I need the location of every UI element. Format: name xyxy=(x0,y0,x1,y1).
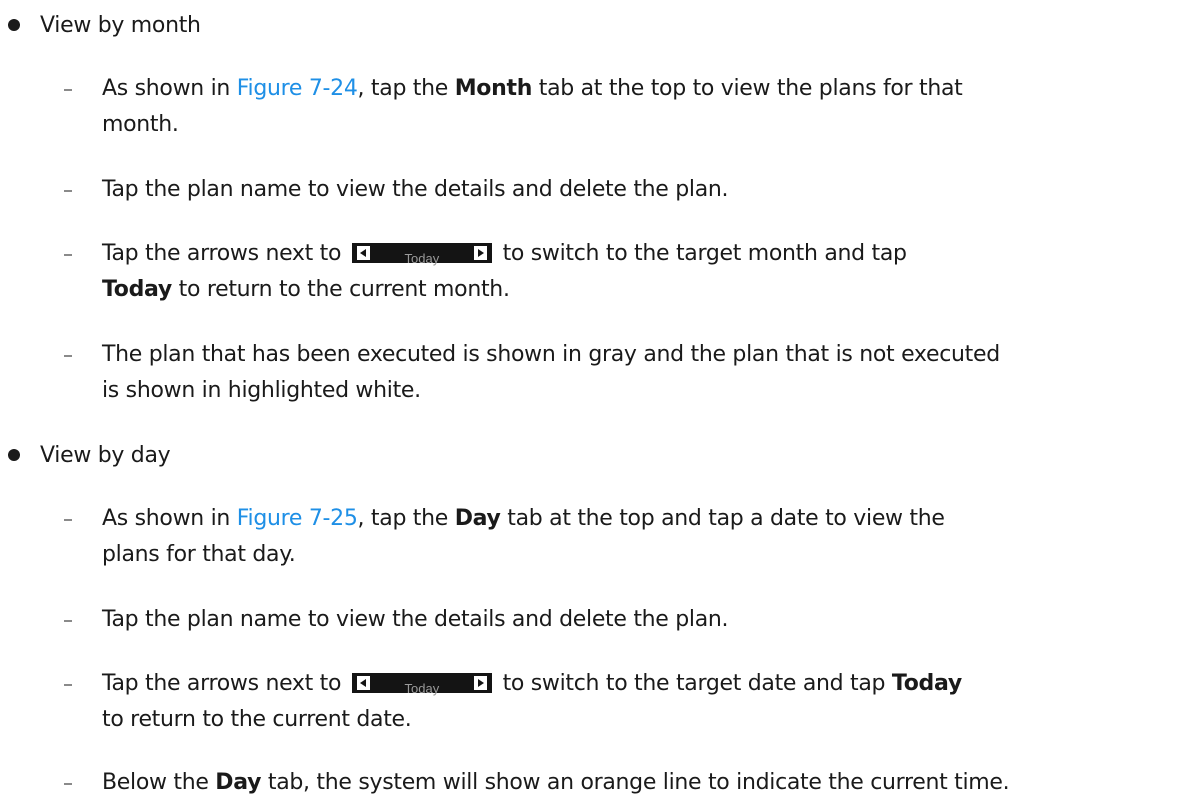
bold-day-tab: Day xyxy=(215,770,262,795)
item-line: month. xyxy=(102,112,179,137)
dash-icon xyxy=(64,684,72,686)
text-span: to switch to the target date and tap xyxy=(502,671,886,696)
item-line: Today to return to the current month. xyxy=(102,275,510,305)
arrow-right-icon xyxy=(473,676,487,690)
bullet-dot-icon xyxy=(8,19,20,31)
dash-icon xyxy=(64,783,72,785)
item-line: Tap the plan name to view the details an… xyxy=(102,607,729,632)
today-label: Today xyxy=(404,681,440,696)
today-label: Today xyxy=(404,251,440,266)
dash-icon xyxy=(64,620,72,622)
text-span: tab at the top to view the plans for tha… xyxy=(532,76,963,101)
arrow-right-icon xyxy=(473,246,487,260)
text-span: to return to the current month. xyxy=(171,277,510,302)
bold-today: Today xyxy=(102,277,172,302)
item-line: to return to the current date. xyxy=(102,707,412,732)
dash-icon xyxy=(64,355,72,357)
date-nav-widget: Today xyxy=(351,673,492,696)
text-span: Tap the arrows next to xyxy=(102,671,342,696)
figure-7-25-link[interactable]: Figure 7-25 xyxy=(237,506,358,531)
text-span: As shown in xyxy=(102,76,237,101)
dash-icon xyxy=(64,190,72,192)
dash-icon xyxy=(64,519,72,521)
bold-month-tab: Month xyxy=(454,76,533,101)
figure-7-24-link[interactable]: Figure 7-24 xyxy=(237,76,358,101)
bold-day-tab: Day xyxy=(454,506,501,531)
item-line: The plan that has been executed is shown… xyxy=(102,342,1000,367)
text-span: tab at the top and tap a date to view th… xyxy=(500,506,945,531)
dash-icon xyxy=(64,254,72,256)
date-nav-widget: Today xyxy=(351,243,492,266)
item-line: plans for that day. xyxy=(102,542,296,567)
bullet-label: View by month xyxy=(40,12,201,38)
bullet-dot-icon xyxy=(8,449,20,461)
item-line: As shown in Figure 7-24, tap the Month t… xyxy=(102,74,963,104)
text-span: Below the xyxy=(102,770,216,795)
bold-today: Today xyxy=(891,671,962,696)
item-line: Tap the arrows next to Today to switch t… xyxy=(102,239,907,269)
item-line: Below the Day tab, the system will show … xyxy=(102,768,1010,798)
item-line: As shown in Figure 7-25, tap the Day tab… xyxy=(102,504,945,534)
text-span: to switch to the target month and tap xyxy=(502,241,907,266)
text-span: , tap the xyxy=(357,76,455,101)
item-line: is shown in highlighted white. xyxy=(102,378,421,403)
dash-icon xyxy=(64,89,72,91)
bullet-label: View by day xyxy=(40,442,171,468)
item-line: Tap the plan name to view the details an… xyxy=(102,177,729,202)
item-line: Tap the arrows next to Today to switch t… xyxy=(102,669,962,699)
text-span: , tap the xyxy=(357,506,455,531)
text-span: As shown in xyxy=(102,506,237,531)
text-span: tab, the system will show an orange line… xyxy=(261,770,1010,795)
text-span: Tap the arrows next to xyxy=(102,241,342,266)
